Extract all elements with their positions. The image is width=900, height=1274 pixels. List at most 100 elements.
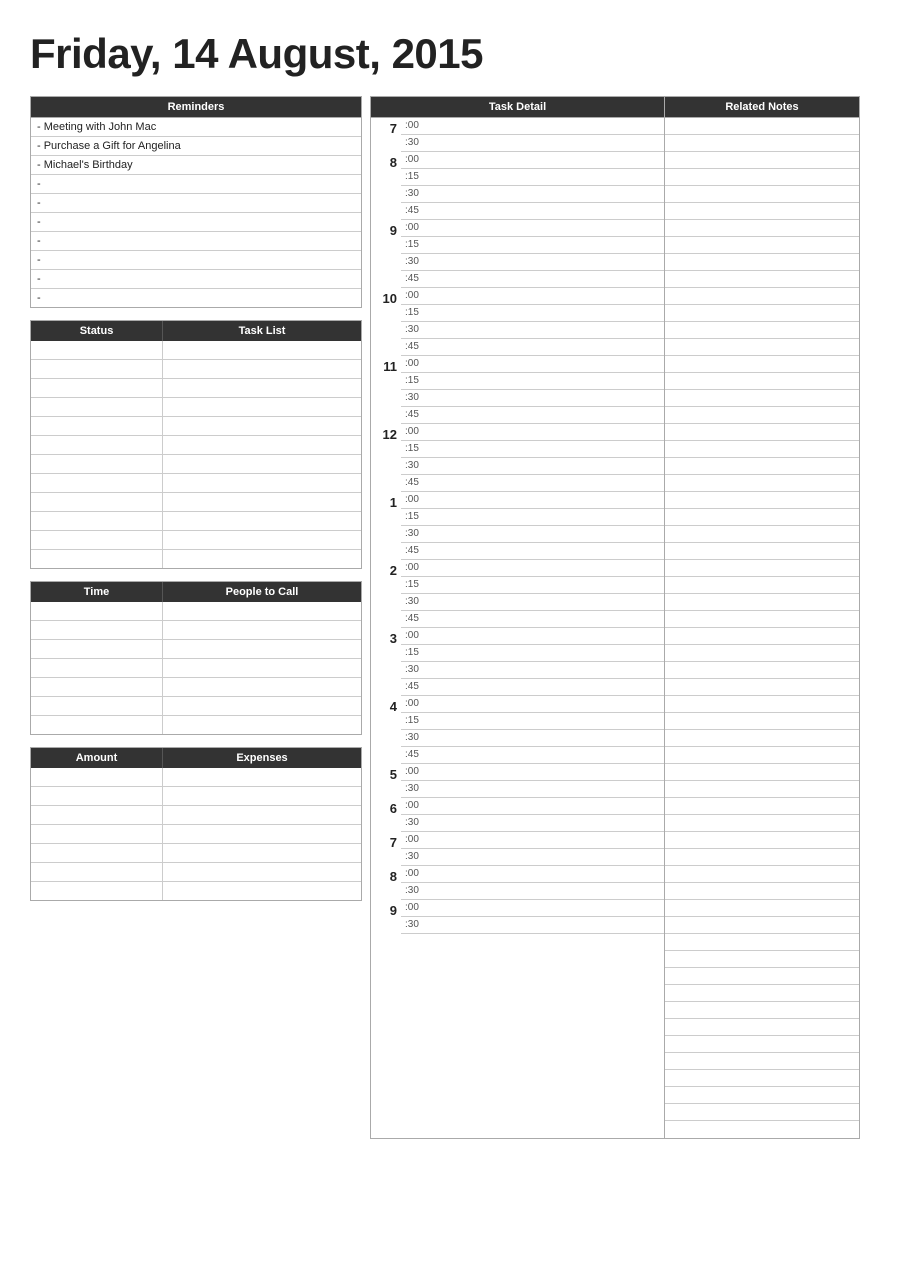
reminder-row: - Michael's Birthday (31, 156, 361, 175)
tasklist-task-cell (163, 436, 361, 454)
tasklist-status-cell (31, 455, 163, 473)
reminder-row: - (31, 175, 361, 194)
expenses-amount-cell (31, 882, 163, 900)
tasklist-task-cell (163, 493, 361, 511)
minute-row: :30 (401, 254, 664, 271)
note-row (665, 424, 859, 441)
note-row (665, 237, 859, 254)
time-block: 1:00:15:30:45 (371, 492, 664, 560)
tasklist-row (31, 379, 361, 398)
hour-label: 11 (371, 356, 401, 424)
minute-row: :30 (401, 815, 664, 832)
tasklist-rows (31, 341, 361, 568)
tasklist-row (31, 455, 361, 474)
minute-row: :15 (401, 373, 664, 390)
note-row (665, 696, 859, 713)
callist-person-cell (163, 678, 361, 696)
minute-row: :15 (401, 577, 664, 594)
expenses-section: Amount Expenses (30, 747, 362, 901)
minute-row: :45 (401, 475, 664, 492)
left-column: Reminders - Meeting with John Mac- Purch… (30, 96, 370, 1139)
note-row (665, 526, 859, 543)
note-row (665, 1002, 859, 1019)
callist-time-cell (31, 716, 163, 734)
minute-row: :30 (401, 526, 664, 543)
callist-person-cell (163, 621, 361, 639)
tasklist-status-cell (31, 379, 163, 397)
time-block: 9:00:30 (371, 900, 664, 934)
tasklist-status-cell (31, 360, 163, 378)
callist-row (31, 621, 361, 640)
tasklist-row (31, 512, 361, 531)
tasklist-section: Status Task List (30, 320, 362, 569)
note-row (665, 390, 859, 407)
note-row (665, 883, 859, 900)
minute-row: :00 (401, 152, 664, 169)
main-grid: Reminders - Meeting with John Mac- Purch… (30, 96, 870, 1139)
minute-row: :30 (401, 849, 664, 866)
reminder-row: - (31, 251, 361, 270)
note-row (665, 815, 859, 832)
minute-row: :00 (401, 492, 664, 509)
callist-person-cell (163, 659, 361, 677)
minute-row: :45 (401, 611, 664, 628)
tasklist-row (31, 531, 361, 550)
expenses-desc-cell (163, 863, 361, 881)
expenses-col2-header: Expenses (163, 748, 361, 768)
time-block: 10:00:15:30:45 (371, 288, 664, 356)
tasklist-status-cell (31, 550, 163, 568)
callist-col2-header: People to Call (163, 582, 361, 602)
time-block: 9:00:15:30:45 (371, 220, 664, 288)
expenses-rows (31, 768, 361, 900)
tasklist-task-cell (163, 341, 361, 359)
minute-row: :30 (401, 781, 664, 798)
callist-time-cell (31, 659, 163, 677)
note-row (665, 832, 859, 849)
hour-label: 9 (371, 220, 401, 288)
note-row (665, 135, 859, 152)
hour-label: 7 (371, 118, 401, 152)
expenses-row (31, 806, 361, 825)
minute-row: :45 (401, 271, 664, 288)
expenses-desc-cell (163, 825, 361, 843)
note-row (665, 730, 859, 747)
minute-row: :00 (401, 560, 664, 577)
time-block: 8:00:30 (371, 866, 664, 900)
note-row (665, 186, 859, 203)
expenses-col1-header: Amount (31, 748, 163, 768)
note-row (665, 849, 859, 866)
note-row (665, 373, 859, 390)
tasklist-row (31, 398, 361, 417)
hour-label: 3 (371, 628, 401, 696)
taskdetail-body: 7:00:308:00:15:30:459:00:15:30:4510:00:1… (371, 118, 664, 934)
callist-col1-header: Time (31, 582, 163, 602)
note-row (665, 798, 859, 815)
minute-row: :15 (401, 509, 664, 526)
minute-row: :00 (401, 764, 664, 781)
page-title: Friday, 14 August, 2015 (30, 30, 870, 78)
note-row (665, 118, 859, 135)
note-row (665, 271, 859, 288)
reminder-row: - (31, 213, 361, 232)
callist-header: Time People to Call (31, 582, 361, 602)
callist-person-cell (163, 716, 361, 734)
time-block: 4:00:15:30:45 (371, 696, 664, 764)
callist-row (31, 716, 361, 734)
tasklist-row (31, 550, 361, 568)
tasklist-status-cell (31, 493, 163, 511)
reminders-header: Reminders (31, 97, 361, 118)
tasklist-task-cell (163, 512, 361, 530)
callist-time-cell (31, 602, 163, 620)
minute-row: :00 (401, 288, 664, 305)
expenses-amount-cell (31, 806, 163, 824)
taskdetail-section: Task Detail 7:00:308:00:15:30:459:00:15:… (370, 96, 665, 1139)
note-row (665, 169, 859, 186)
expenses-desc-cell (163, 806, 361, 824)
note-row (665, 560, 859, 577)
note-row (665, 577, 859, 594)
relatednotes-section: Related Notes (665, 96, 860, 1139)
note-row (665, 764, 859, 781)
note-row (665, 254, 859, 271)
note-row (665, 492, 859, 509)
expenses-amount-cell (31, 844, 163, 862)
